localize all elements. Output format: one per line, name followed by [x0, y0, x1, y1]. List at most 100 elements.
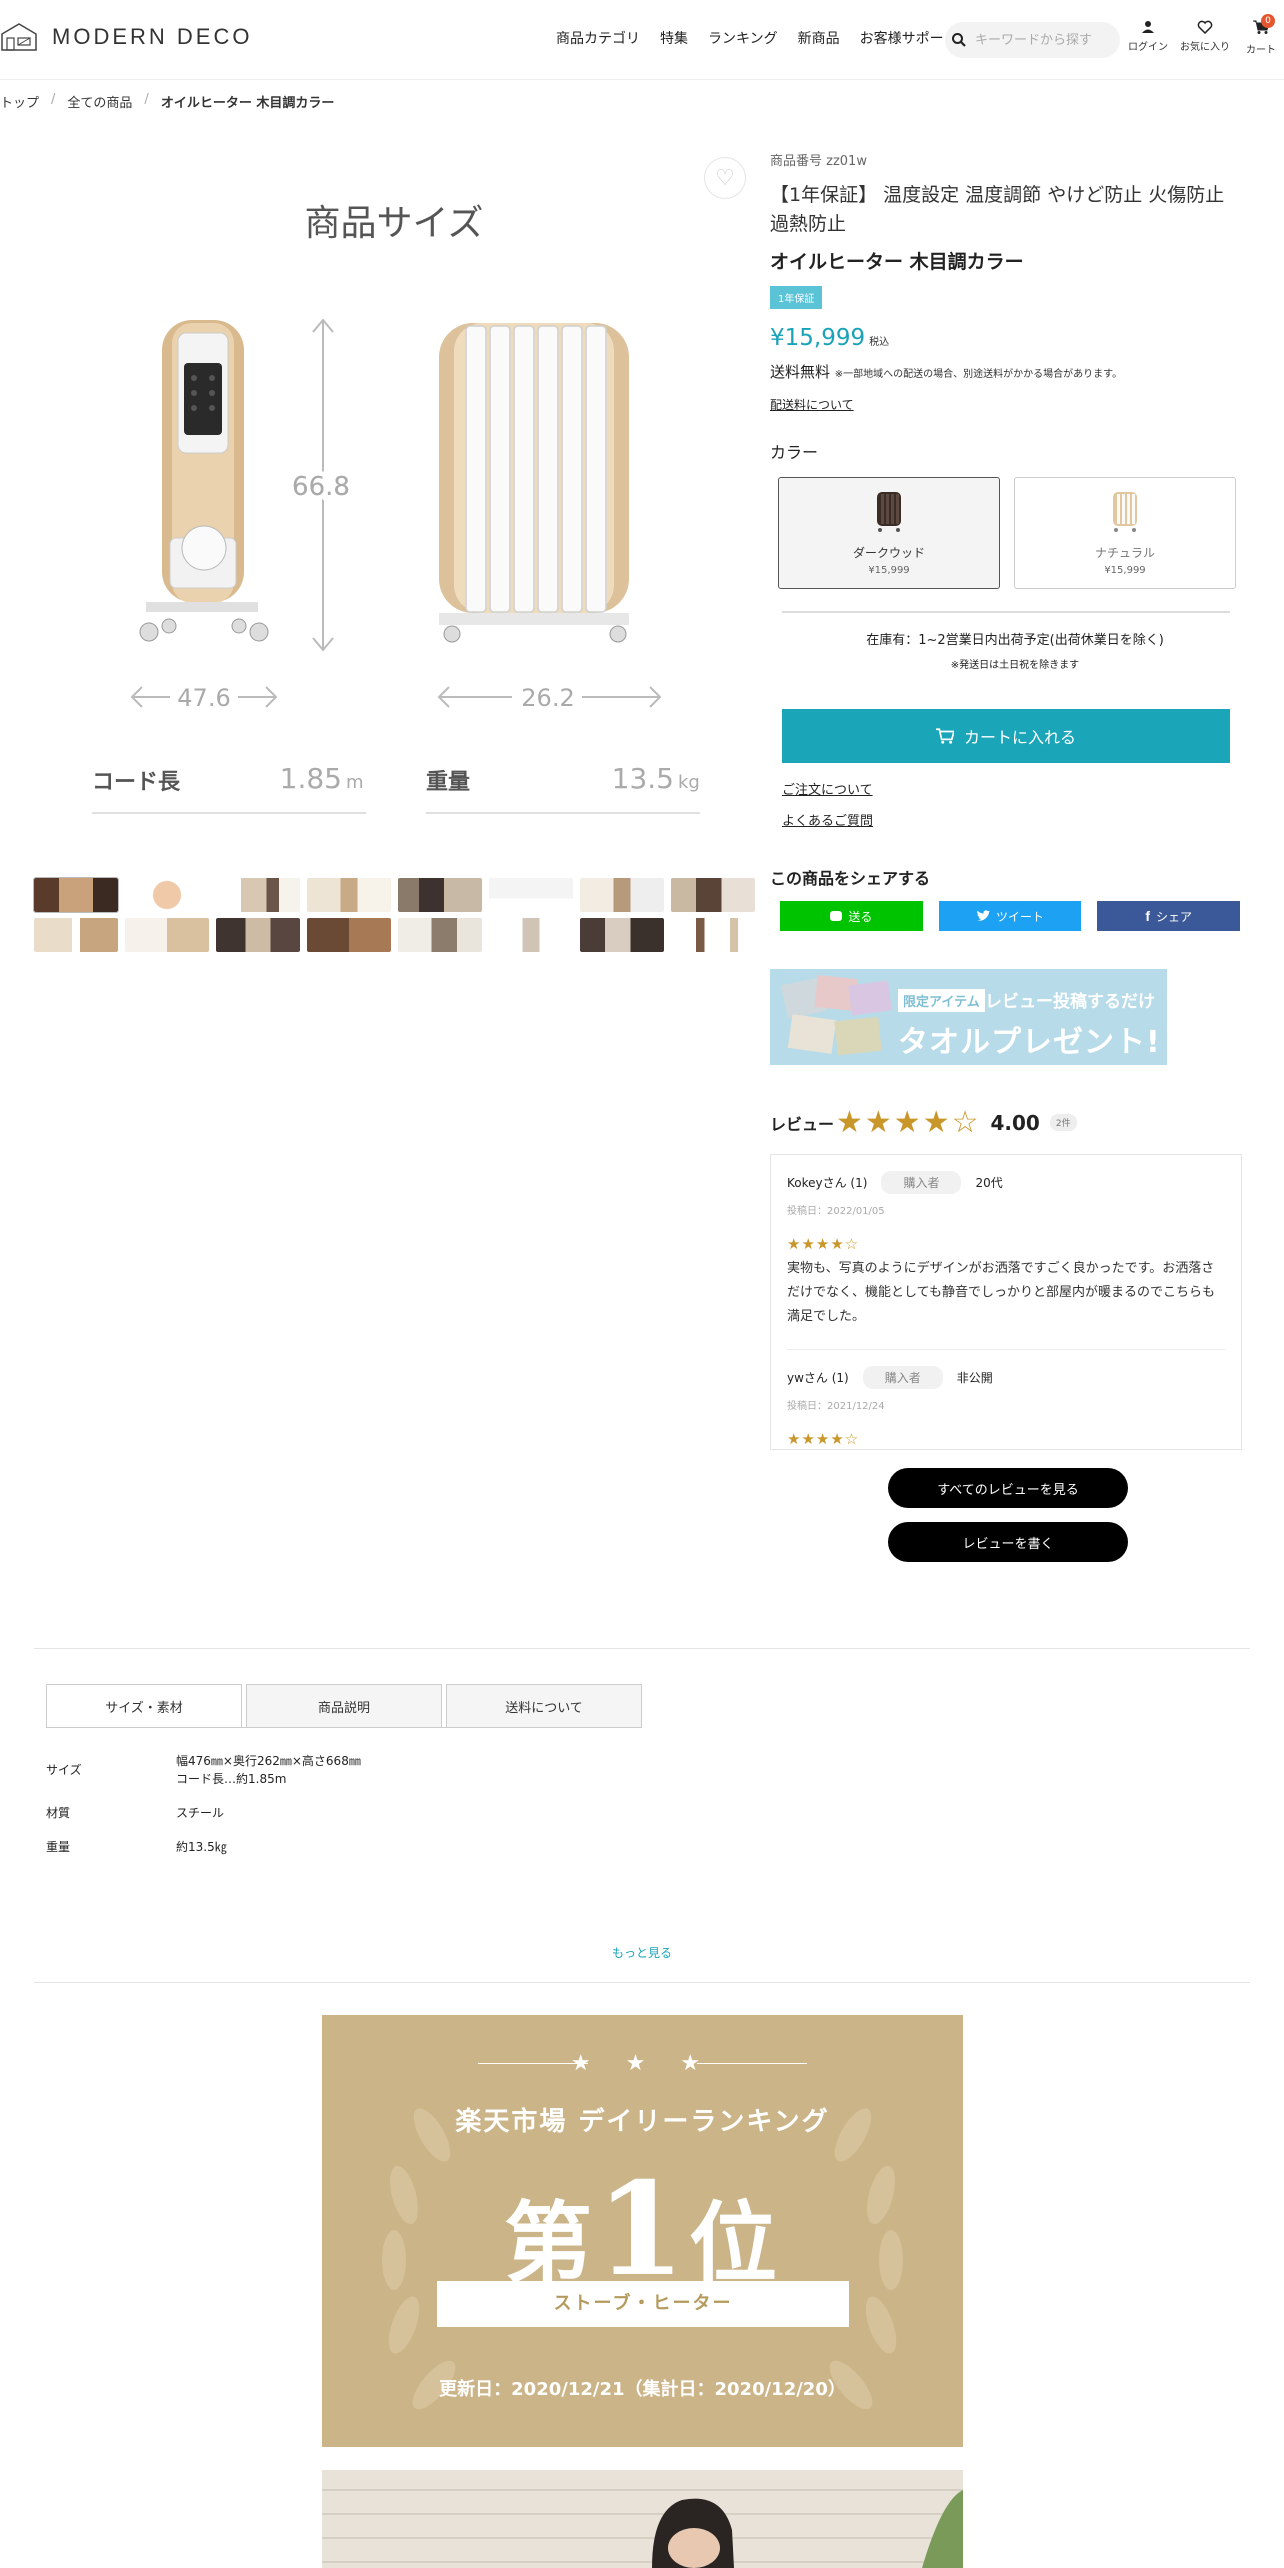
show-more-link[interactable]: もっと見る — [0, 1944, 1284, 1961]
product-title: 【1年保証】 温度設定 温度調節 やけど防止 火傷防止 過熱防止 — [770, 184, 1225, 235]
thumbnail[interactable] — [489, 878, 573, 912]
tab-description[interactable]: 商品説明 — [246, 1684, 442, 1728]
search-box — [945, 22, 1120, 58]
color-option-natural[interactable]: ナチュラル ¥15,999 — [1014, 477, 1236, 589]
warranty-badge: 1年保証 — [770, 286, 823, 309]
nav-item-features[interactable]: 特集 — [660, 28, 688, 48]
main-nav: 商品カテゴリ 特集 ランキング 新商品 お客様サポート — [556, 28, 958, 48]
width-value: 47.6 — [177, 684, 230, 712]
share-facebook-button[interactable]: f シェア — [1097, 901, 1241, 931]
share-twitter-button[interactable]: ツイート — [938, 901, 1082, 931]
thumbnail[interactable] — [33, 877, 119, 913]
thumbnail[interactable] — [398, 918, 482, 952]
thumbnail[interactable] — [216, 878, 300, 912]
breadcrumb: トップ / 全ての商品 / オイルヒーター 木目調カラー — [0, 92, 334, 111]
nav-item-support[interactable]: お客様サポート — [860, 28, 958, 48]
cart-count-badge: 0 — [1261, 14, 1275, 28]
thumbnail[interactable] — [580, 918, 664, 952]
nav-item-ranking[interactable]: ランキング — [708, 28, 778, 48]
main-product-image[interactable]: 商品サイズ 66.8 66.8 47.6 26.2 コード長 1.85 m 重量… — [34, 148, 754, 848]
breadcrumb-separator: / — [51, 92, 56, 107]
purchaser-tag: 購入者 — [881, 1171, 962, 1194]
shipping-info: 送料無料 ※一部地域への配送の場合、別途送料がかかる場合があります。 — [770, 361, 1240, 382]
review-divider — [787, 1349, 1225, 1350]
thumbnail[interactable] — [125, 878, 209, 912]
order-info-link[interactable]: ご注文について — [782, 779, 1240, 798]
heater-darkwood-image — [877, 492, 901, 532]
search-input[interactable] — [975, 32, 1115, 48]
heater-natural-image — [1113, 492, 1137, 532]
thumbnail[interactable] — [489, 918, 573, 952]
search-icon[interactable] — [951, 32, 967, 48]
weight-unit: kg — [678, 772, 700, 793]
ranking-stars: ★ ★ ★ — [570, 2051, 715, 2076]
add-to-cart-button[interactable]: カートに入れる — [782, 709, 1230, 763]
color-option-darkwood[interactable]: ダークウッド ¥15,999 — [778, 477, 1000, 589]
site-logo[interactable]: MODERN DECO — [0, 22, 252, 52]
nav-item-new[interactable]: 新商品 — [798, 28, 840, 48]
line-icon — [830, 911, 843, 921]
shipping-fee-link[interactable]: 配送料について — [770, 396, 1240, 413]
product-tabs: サイズ・素材 商品説明 送料について — [46, 1684, 642, 1728]
spec-row: 材質 スチール — [46, 1804, 361, 1822]
thumbnail[interactable] — [307, 918, 391, 952]
color-name: ナチュラル — [1094, 546, 1155, 560]
review-campaign-banner[interactable]: 限定アイテム レビュー投稿するだけ タオルプレゼント! — [770, 969, 1167, 1065]
review-count-badge: 2件 — [1049, 1114, 1077, 1131]
tab-size-material[interactable]: サイズ・素材 — [46, 1684, 242, 1728]
ranking-suffix: 位 — [689, 2191, 782, 2295]
towels-image — [780, 974, 892, 1056]
cart-link[interactable]: 0 カート — [1246, 14, 1276, 56]
thumbnail[interactable] — [216, 918, 300, 952]
thumbnail[interactable] — [125, 918, 209, 952]
purchaser-tag: 購入者 — [862, 1366, 943, 1389]
thumbnail[interactable] — [580, 878, 664, 912]
thumbnail[interactable] — [34, 918, 118, 952]
breadcrumb-all-products[interactable]: 全ての商品 — [67, 92, 132, 111]
ranking-prefix: 第 — [503, 2191, 596, 2295]
brick-wall-photo — [322, 2470, 963, 2568]
product-sku: 商品番号 zz01w — [770, 154, 867, 169]
login-link[interactable]: ログイン — [1128, 20, 1168, 53]
reviewer-name: Kokeyさん (1) — [787, 1176, 868, 1190]
favorites-link[interactable]: お気に入り — [1180, 20, 1230, 53]
faq-link[interactable]: よくあるご質問 — [782, 810, 1240, 829]
share-line-button[interactable]: 送る — [780, 901, 923, 931]
thumbnail[interactable] — [307, 878, 391, 912]
stock-note: ※発送日は土日祝を除きます — [950, 660, 1080, 671]
share-title: この商品をシェアする — [770, 869, 931, 888]
add-favorite-button[interactable]: ♡ — [704, 157, 746, 199]
thumbnail[interactable] — [398, 878, 482, 912]
nav-item-categories[interactable]: 商品カテゴリ — [556, 28, 640, 48]
all-reviews-button[interactable]: すべてのレビューを見る — [888, 1468, 1128, 1508]
thumbnail[interactable] — [671, 918, 755, 952]
favorites-label: お気に入り — [1180, 42, 1230, 53]
ranking-category-ribbon: ストーブ・ヒーター — [437, 2281, 849, 2327]
cord-value: 1.85 — [280, 762, 342, 795]
login-label: ログイン — [1128, 42, 1168, 53]
review-item: ywさん (1) 購入者 非公開 投稿日：2021/12/24 ★★★★☆ — [787, 1366, 1225, 1448]
divider — [782, 611, 1230, 613]
facebook-icon: f — [1145, 908, 1150, 924]
product-price: ¥15,999 税込 — [770, 325, 1240, 351]
review-list[interactable]: Kokeyさん (1) 購入者 20代 投稿日：2022/01/05 ★★★★☆… — [770, 1154, 1242, 1450]
review-stars: ★★★★☆ — [787, 1235, 860, 1253]
product-name: オイルヒーター 木目調カラー — [770, 251, 1024, 273]
weight-value: 13.5 — [612, 762, 674, 795]
twitter-icon — [977, 910, 990, 921]
spec-key: 材質 — [46, 1806, 71, 1820]
thumbnail-gallery — [33, 877, 756, 952]
ranking-title: 楽天市場 デイリーランキング — [455, 2107, 830, 2137]
breadcrumb-separator: / — [144, 92, 149, 107]
rating-stars: ★★★★☆ — [836, 1105, 981, 1140]
color-label: カラー — [770, 443, 819, 462]
thumbnail[interactable] — [671, 878, 755, 912]
ranking-date: 更新日：2020/12/21（集計日：2020/12/20） — [439, 2379, 846, 2400]
write-review-button[interactable]: レビューを書く — [888, 1522, 1128, 1562]
heater-front-illustration — [139, 320, 269, 642]
breadcrumb-top[interactable]: トップ — [0, 92, 39, 111]
reviewer-age: 20代 — [975, 1176, 1003, 1190]
tab-shipping[interactable]: 送料について — [446, 1684, 642, 1728]
site-header: MODERN DECO 商品カテゴリ 特集 ランキング 新商品 お客様サポート … — [0, 0, 1284, 80]
cord-unit: m — [346, 772, 364, 793]
